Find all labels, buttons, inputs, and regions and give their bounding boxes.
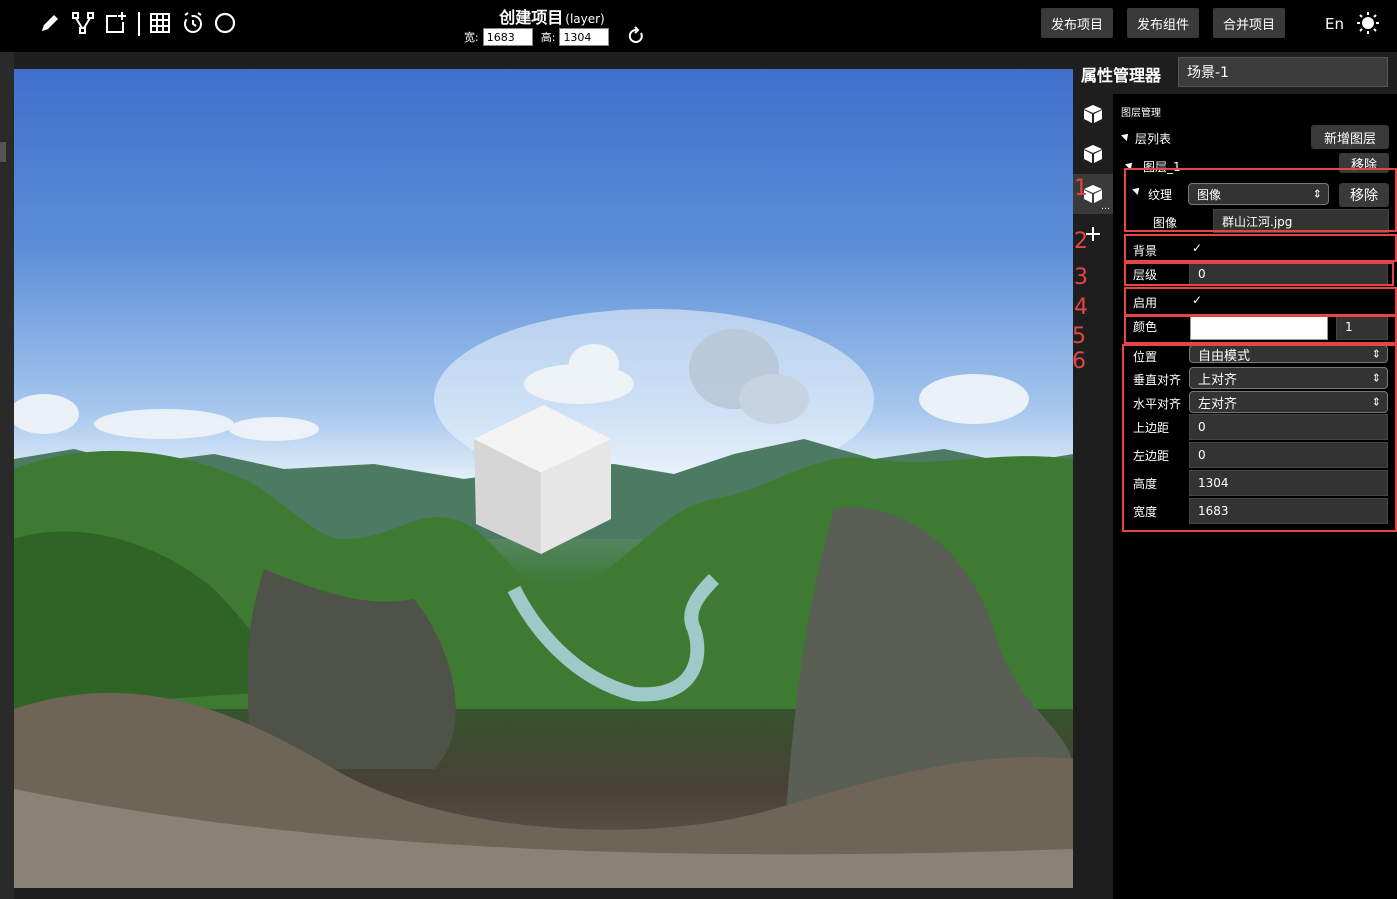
level-label: 层级 [1133, 268, 1158, 282]
title-subtitle: (layer) [565, 12, 605, 26]
halign-label: 水平对齐 [1133, 397, 1182, 411]
texture-select-value: 图像 [1197, 187, 1222, 202]
timer-icon[interactable] [180, 10, 206, 36]
select-arrows-icon: ⇕ [1371, 371, 1381, 385]
left-resize-handle[interactable] [0, 142, 6, 162]
color-opacity-input[interactable]: 1 [1336, 314, 1388, 340]
left-strip [0, 52, 14, 899]
height-label: 高: [540, 31, 556, 44]
top-toolbar: 创建项目(layer) 宽: 高: 发布项目 发布组件 合并项目 En [0, 0, 1397, 52]
circle-icon[interactable] [212, 10, 238, 36]
more-dots-icon: … [1101, 202, 1110, 212]
texture-label: 纹理 [1148, 188, 1173, 202]
add-layer-button[interactable]: 新增图层 [1311, 125, 1389, 149]
top-margin-label: 上边距 [1133, 421, 1170, 435]
title-text: 创建项目 [499, 8, 564, 27]
project-title: 创建项目 (layer) [440, 4, 664, 28]
top-margin-input[interactable]: 0 [1189, 414, 1388, 440]
background-checkbox[interactable]: ✓ [1192, 241, 1202, 255]
remove-layer-button[interactable]: 移除 [1339, 153, 1389, 173]
color-swatch[interactable] [1190, 316, 1328, 340]
cube-icon [1084, 105, 1102, 123]
valign-label: 垂直对齐 [1133, 373, 1182, 387]
cube-tab-1[interactable] [1073, 94, 1113, 134]
annotation-number-6: 6 [1072, 349, 1086, 374]
canvas-bottom-margin [14, 888, 1073, 899]
width-input[interactable]: 1683 [1189, 498, 1388, 524]
valign-select[interactable]: 上对齐 ⇕ [1189, 367, 1388, 389]
select-arrows-icon: ⇕ [1371, 395, 1381, 409]
annotation-number-4: 4 [1074, 295, 1088, 320]
annotation-number-1: 1 [1074, 176, 1088, 201]
publish-project-button[interactable]: 发布项目 [1041, 8, 1114, 38]
height-label: 高度 [1133, 477, 1158, 491]
position-select-value: 自由模式 [1198, 348, 1251, 364]
position-select[interactable]: 自由模式 ⇕ [1189, 345, 1388, 364]
canvas-height-input[interactable] [559, 28, 610, 46]
canvas-size-row: 宽: 高: [464, 28, 610, 46]
texture-select[interactable]: 图像 ⇕ [1188, 183, 1329, 205]
grid-icon[interactable] [147, 10, 173, 36]
pencil-icon[interactable] [37, 10, 63, 36]
layer-name: 图层_1 [1143, 160, 1181, 174]
halign-select-value: 左对齐 [1198, 396, 1238, 412]
toolbar-separator [138, 12, 140, 36]
enabled-label: 启用 [1133, 296, 1158, 310]
panel-side-tabs: … [1073, 94, 1113, 899]
annotation-number-2: 2 [1074, 229, 1088, 254]
language-toggle[interactable]: En [1325, 15, 1344, 33]
add-frame-icon[interactable] [102, 10, 128, 36]
width-label: 宽: [464, 31, 479, 44]
image-file-field[interactable]: 群山江河.jpg [1213, 209, 1389, 233]
remove-texture-button[interactable]: 移除 [1339, 183, 1389, 207]
publish-component-button[interactable]: 发布组件 [1127, 8, 1200, 38]
left-margin-input[interactable]: 0 [1189, 442, 1388, 468]
width-label: 宽度 [1133, 505, 1158, 519]
section-title: 图层管理 [1121, 108, 1161, 119]
panorama-scene [14, 309, 1073, 888]
height-input[interactable]: 1304 [1189, 470, 1388, 496]
layer-list-label: 层列表 [1135, 132, 1172, 146]
node-edit-icon[interactable] [70, 10, 96, 36]
canvas-top-margin [14, 52, 1073, 69]
panel-title: 属性管理器 [1081, 66, 1162, 85]
background-label: 背景 [1133, 244, 1158, 258]
cube-tab-2[interactable] [1073, 134, 1113, 174]
select-arrows-icon: ⇕ [1312, 187, 1322, 201]
enabled-checkbox[interactable]: ✓ [1192, 293, 1202, 307]
level-input[interactable]: 0 [1189, 263, 1388, 285]
panorama-canvas[interactable] [14, 69, 1073, 888]
position-label: 位置 [1133, 350, 1158, 364]
merge-project-button[interactable]: 合并项目 [1213, 8, 1286, 38]
annotation-number-5: 5 [1072, 324, 1086, 349]
canvas-width-input[interactable] [482, 28, 533, 46]
cube-icon [1084, 145, 1102, 163]
sun-icon[interactable] [1356, 11, 1380, 35]
annotation-number-3: 3 [1074, 265, 1088, 290]
valign-select-value: 上对齐 [1198, 372, 1238, 388]
image-label: 图像 [1153, 216, 1178, 230]
color-label: 颜色 [1133, 320, 1158, 334]
scene-name-field[interactable]: 场景-1 [1178, 57, 1388, 87]
refresh-icon[interactable] [626, 26, 646, 46]
left-margin-label: 左边距 [1133, 449, 1170, 463]
select-arrows-icon: ⇕ [1371, 347, 1381, 361]
halign-select[interactable]: 左对齐 ⇕ [1189, 391, 1388, 413]
